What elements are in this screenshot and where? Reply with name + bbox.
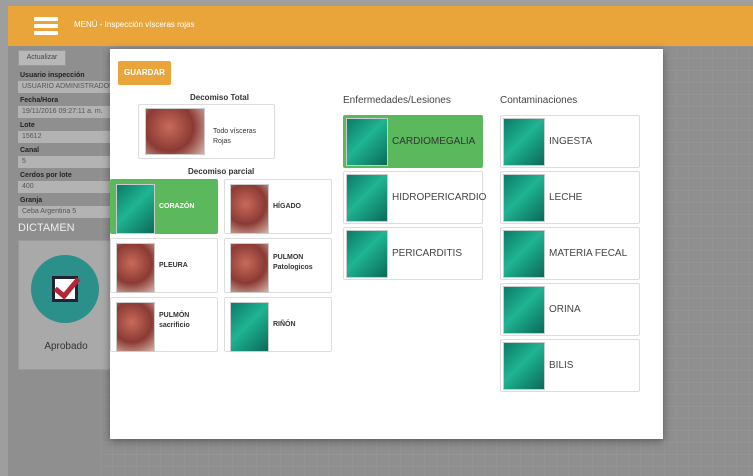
contaminacion-card-leche[interactable]: LECHE	[500, 171, 640, 224]
organ-thumb-icon	[230, 302, 269, 352]
hamburger-menu-icon[interactable]	[34, 17, 58, 35]
contaminacion-label: MATERIA FECAL	[549, 248, 628, 259]
contaminacion-card-orina[interactable]: ORINA	[500, 283, 640, 336]
contaminacion-label: INGESTA	[549, 136, 593, 147]
field-value-canal[interactable]: 5	[18, 156, 114, 168]
parcial-label: CORAZÓN	[159, 203, 195, 210]
contaminacion-label: LECHE	[549, 192, 583, 203]
parcial-card-pulmon-sacrificio[interactable]: PULMÓN sacrificio	[110, 297, 218, 352]
parcial-label: RIÑÓN	[273, 321, 296, 328]
enfermedad-label: HIDROPERICARDIO	[392, 192, 487, 203]
parcial-label: PULMÓN sacrificio	[159, 312, 190, 329]
contaminacion-thumb-icon	[503, 174, 545, 222]
enfermedad-thumb-icon	[346, 118, 388, 166]
organ-photo	[116, 302, 155, 352]
top-bar: MENÚ - Inspección vísceras rojas	[8, 6, 753, 46]
parcial-label: PLEURA	[159, 262, 188, 269]
contaminaciones-title: Contaminaciones	[500, 95, 578, 106]
decomiso-total-label: Todo vísceras Rojas	[213, 128, 257, 145]
field-label-cerdos: Cerdos por lote	[20, 172, 72, 179]
enfermedad-card-pericarditis[interactable]: PERICARDITIS	[343, 227, 483, 280]
contaminacion-label: ORINA	[549, 304, 581, 315]
enfermedad-thumb-icon	[346, 230, 388, 278]
enfermedad-card-cardiomegalia[interactable]: CARDIOMEGALIA	[343, 115, 483, 168]
contaminacion-card-ingesta[interactable]: INGESTA	[500, 115, 640, 168]
contaminacion-card-materia-fecal[interactable]: MATERIA FECAL	[500, 227, 640, 280]
aprobado-label: Aprobado	[44, 341, 88, 352]
organ-photo	[116, 243, 155, 293]
contaminacion-card-bilis[interactable]: BILIS	[500, 339, 640, 392]
parcial-card-higado[interactable]: HÍGADO	[224, 179, 332, 234]
actualizar-button[interactable]: Actualizar	[18, 50, 66, 66]
decomiso-parcial-title: Decomiso parcial	[188, 167, 255, 176]
guardar-button[interactable]: GUARDAR	[118, 61, 171, 85]
aprobado-circle	[31, 255, 99, 323]
contaminacion-thumb-icon	[503, 118, 545, 166]
decomiso-total-card[interactable]: Todo vísceras Rojas	[138, 104, 275, 159]
parcial-card-corazon[interactable]: CORAZÓN	[110, 179, 218, 234]
contaminacion-thumb-icon	[503, 230, 545, 278]
field-label-canal: Canal	[20, 147, 40, 154]
field-label-fecha: Fecha/Hora	[20, 97, 59, 104]
page-title: MENÚ - Inspección vísceras rojas	[74, 20, 195, 29]
enfermedad-card-hidropericardio[interactable]: HIDROPERICARDIO	[343, 171, 487, 224]
parcial-label: PULMON Patologicos	[273, 254, 313, 271]
decomiso-total-title: Decomiso Total	[190, 93, 249, 102]
contaminacion-thumb-icon	[503, 342, 545, 390]
parcial-card-pulmon-patologicos[interactable]: PULMON Patologicos	[224, 238, 332, 293]
organ-thumb-icon	[116, 184, 155, 234]
organ-photo	[230, 243, 269, 293]
parcial-label: HÍGADO	[273, 203, 301, 210]
inspection-form: Actualizar Usuario inspección USUARIO AD…	[14, 50, 114, 370]
dictamen-label: DICTAMEN	[18, 222, 75, 234]
visceras-photo	[145, 108, 205, 155]
field-value-fecha[interactable]: 19/11/2016 09:27:11 a. m.	[18, 106, 114, 118]
enfermedad-label: PERICARDITIS	[392, 248, 463, 259]
field-label-granja: Granja	[20, 197, 43, 204]
field-label-usuario: Usuario inspección	[20, 72, 85, 79]
parcial-card-rinon[interactable]: RIÑÓN	[224, 297, 332, 352]
field-label-lote: Lote	[20, 122, 35, 129]
enfermedad-label: CARDIOMEGALIA	[392, 136, 476, 147]
checkbox-check-icon	[52, 276, 78, 302]
parcial-card-pleura[interactable]: PLEURA	[110, 238, 218, 293]
contaminacion-thumb-icon	[503, 286, 545, 334]
organ-photo	[230, 184, 269, 234]
field-value-cerdos[interactable]: 400	[18, 181, 114, 193]
enfermedad-thumb-icon	[346, 174, 388, 222]
field-value-granja[interactable]: Ceba Argentina 5	[18, 206, 114, 218]
field-value-usuario[interactable]: USUARIO ADMINISTRADOR	[18, 81, 114, 93]
inspection-modal: GUARDAR Decomiso Total Todo vísceras Roj…	[110, 49, 663, 439]
enfermedades-title: Enfermedades/Lesiones	[343, 95, 451, 106]
contaminacion-label: BILIS	[549, 360, 574, 371]
field-value-lote[interactable]: 15612	[18, 131, 114, 143]
aprobado-button[interactable]: Aprobado	[18, 240, 114, 370]
